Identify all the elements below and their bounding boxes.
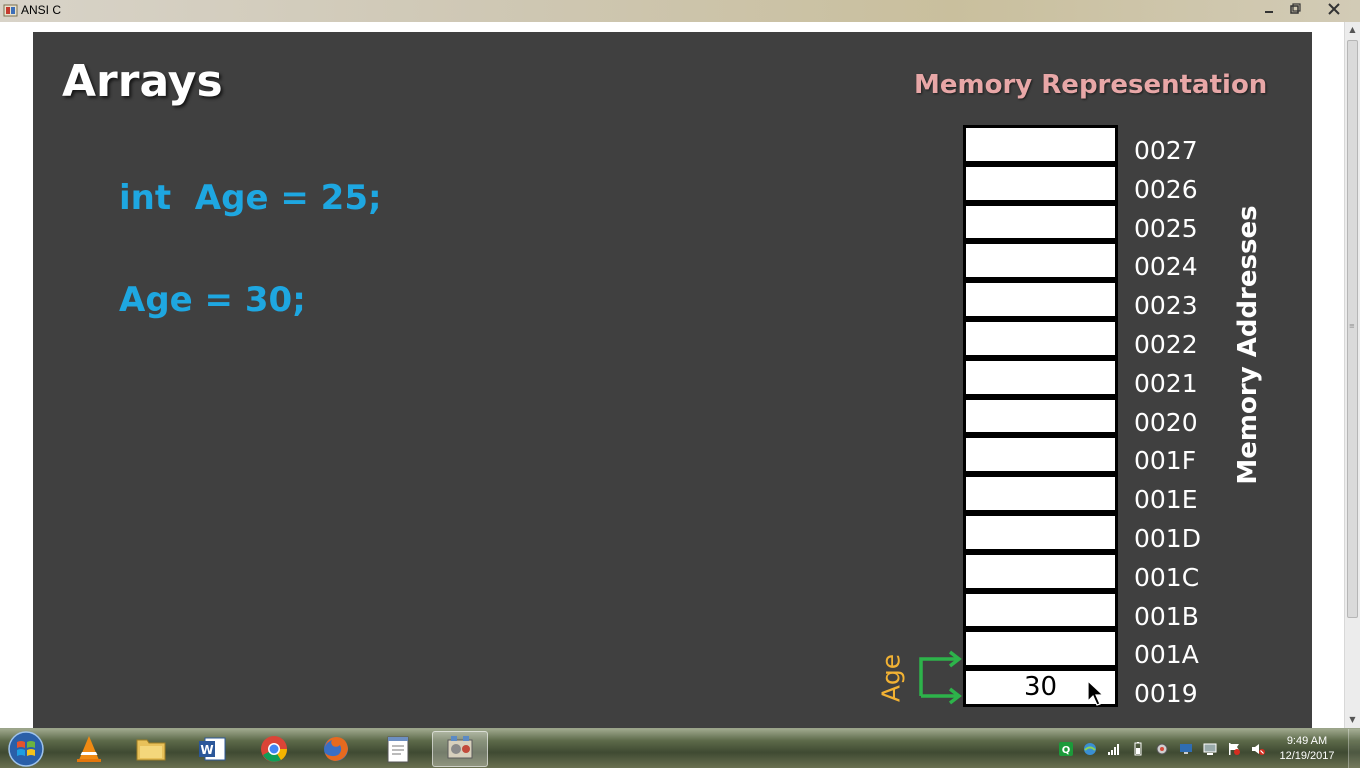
display-icon[interactable]: [1179, 742, 1193, 756]
network-globe-icon[interactable]: [1083, 742, 1097, 756]
code-line: Age = 30;: [119, 280, 306, 320]
close-icon: [1328, 3, 1340, 15]
memory-addresses-label: Memory Addresses: [1233, 205, 1263, 485]
memory-cell: [963, 629, 1118, 669]
restore-button[interactable]: [1282, 0, 1308, 18]
taskbar: W Q 9:49 AM 12/19/2017: [0, 728, 1360, 768]
memory-cell: [963, 280, 1118, 319]
memory-address-label: 001F: [1134, 446, 1197, 476]
memory-cell: [963, 125, 1118, 164]
chrome-button[interactable]: [246, 731, 302, 767]
memory-cell: [963, 513, 1118, 552]
memory-address-label: 0026: [1134, 174, 1198, 204]
memory-address-label: 001A: [1134, 640, 1199, 670]
flag-icon[interactable]: [1227, 742, 1241, 756]
clock-date: 12/19/2017: [1279, 750, 1335, 762]
memory-cell: [963, 474, 1118, 513]
memory-address-label: 0027: [1134, 136, 1198, 165]
memory-cell: [963, 202, 1118, 242]
restore-icon: [1290, 3, 1301, 14]
q-app-icon[interactable]: Q: [1059, 742, 1073, 756]
memory-cell: [963, 396, 1118, 436]
notepad-button[interactable]: [370, 731, 426, 767]
variable-pointer-arrows-icon: [919, 650, 962, 705]
scroll-up-arrow-icon[interactable]: ▲: [1345, 22, 1360, 38]
signal-bars-icon[interactable]: [1107, 742, 1121, 756]
vertical-scrollbar[interactable]: ▲ ≡ ▼: [1344, 22, 1360, 728]
file-explorer-button[interactable]: [123, 731, 179, 767]
system-tray: Q: [1056, 729, 1276, 768]
memory-address-label: 0025: [1134, 213, 1198, 243]
scrollbar-grip-icon: ≡: [1349, 322, 1355, 330]
windows-start-icon[interactable]: [6, 730, 46, 768]
memory-address-label: 0023: [1134, 291, 1198, 321]
code-line: int Age = 25;: [119, 178, 382, 218]
firefox-icon: [324, 737, 348, 761]
svg-text:W: W: [200, 743, 213, 757]
media-tool-button[interactable]: [432, 731, 488, 767]
show-desktop-button[interactable]: [1348, 729, 1360, 768]
memory-address-label: 0024: [1134, 252, 1198, 282]
minimize-button[interactable]: [1256, 0, 1282, 18]
window-titlebar: ANSI C: [0, 0, 1360, 22]
variable-label: Age: [876, 653, 906, 703]
memory-address-label: 001E: [1134, 485, 1198, 515]
memory-address-label: 001C: [1134, 562, 1200, 592]
firefox-button[interactable]: [308, 731, 364, 767]
memory-cell: [963, 319, 1118, 358]
media-tool-icon: [447, 736, 473, 759]
svg-text:Q: Q: [1062, 745, 1071, 756]
slide: Arrays int Age = 25; Age = 30; Memory Re…: [33, 32, 1312, 728]
word-icon: W: [199, 737, 226, 761]
close-button[interactable]: [1312, 0, 1356, 18]
memory-address-label: 001B: [1134, 601, 1199, 631]
memory-address-label: 0021: [1134, 368, 1198, 398]
memory-address-label: 0019: [1134, 679, 1198, 709]
memory-cell: [963, 435, 1118, 475]
mouse-cursor-icon: [1087, 680, 1105, 706]
vlc-icon: [77, 736, 101, 762]
slide-title: Arrays: [62, 56, 223, 107]
clock-time: 9:49 AM: [1286, 735, 1328, 747]
monitor-icon[interactable]: [1203, 742, 1217, 756]
file-explorer-icon: [136, 739, 166, 761]
memory-address-label: 001D: [1134, 524, 1201, 553]
memory-cell: [963, 241, 1118, 281]
word-button[interactable]: W: [184, 731, 240, 767]
scrollbar-thumb[interactable]: ≡: [1347, 40, 1358, 618]
memory-cell: [963, 163, 1118, 203]
memory-address-label: 0020: [1134, 407, 1198, 437]
chrome-icon: [261, 736, 288, 762]
vlc-button[interactable]: [61, 731, 117, 767]
memory-heading: Memory Representation: [914, 70, 1268, 100]
battery-icon[interactable]: [1131, 742, 1145, 756]
speaker-muted-icon[interactable]: [1251, 742, 1265, 756]
scroll-down-arrow-icon[interactable]: ▼: [1345, 712, 1360, 728]
window-title: ANSI C: [21, 3, 62, 17]
memory-cell: [963, 551, 1118, 591]
memory-address-label: 0022: [1134, 330, 1198, 359]
system-clock[interactable]: 9:49 AM 12/19/2017: [1272, 734, 1342, 764]
notepad-icon: [387, 736, 409, 763]
memory-cell: [963, 590, 1118, 630]
memory-cell: [963, 357, 1118, 397]
gear-icon[interactable]: [1155, 742, 1169, 756]
minimize-icon: [1265, 11, 1273, 13]
app-icon: [3, 4, 18, 17]
